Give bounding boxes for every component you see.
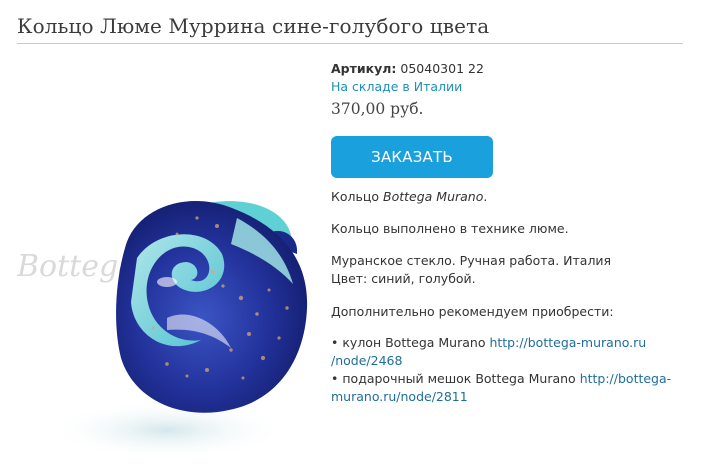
product-image[interactable]: BottegaMurano bbox=[17, 58, 315, 466]
recommend-item-pendant: • кулон Bottega Murano http://bottega-mur… bbox=[331, 334, 646, 352]
recommend-heading: Дополнительно рекомендуем приобрести: bbox=[331, 304, 614, 319]
recommend-text: кулон Bottega Murano bbox=[342, 335, 486, 350]
page-title: Кольцо Люме Муррина сине-голубого цвета bbox=[17, 14, 490, 38]
recommend-item-bag: • подарочный мешок Bottega Murano http://… bbox=[331, 370, 671, 388]
product-price: 370,00 руб. bbox=[331, 100, 424, 118]
description-brand-line: Кольцо Bottega Murano. bbox=[331, 188, 487, 206]
recommend-link[interactable]: http://bottega-murano.ru bbox=[489, 335, 646, 350]
recommend-item-bag-cont: murano.ru/node/2811 bbox=[331, 388, 468, 406]
sku-line: Артикул: 05040301 22 bbox=[331, 60, 484, 78]
title-divider bbox=[17, 43, 683, 44]
recommend-text: подарочный мешок Bottega Murano bbox=[342, 371, 576, 386]
sku-label: Артикул: bbox=[331, 61, 397, 76]
description-technique: Кольцо выполнено в технике люме. bbox=[331, 221, 569, 236]
order-button[interactable]: ЗАКАЗАТЬ bbox=[331, 136, 493, 178]
recommend-link-cont[interactable]: /node/2468 bbox=[331, 353, 402, 368]
description-color: Цвет: синий, голубой. bbox=[331, 271, 476, 286]
description-origin: Муранское стекло. Ручная работа. Италия bbox=[331, 253, 612, 268]
desc-prefix: Кольцо bbox=[331, 189, 384, 204]
recommend-link-cont[interactable]: murano.ru/node/2811 bbox=[331, 389, 468, 404]
desc-suffix: . bbox=[483, 189, 488, 204]
recommend-link[interactable]: http://bottega- bbox=[580, 371, 671, 386]
desc-brand: Bottega Murano bbox=[383, 189, 484, 204]
ring-illustration: BottegaMurano bbox=[17, 201, 308, 460]
sku-value: 05040301 22 bbox=[400, 61, 484, 76]
bullet-icon: • bbox=[331, 371, 339, 386]
bullet-icon: • bbox=[331, 335, 339, 350]
recommend-item-pendant-cont: /node/2468 bbox=[331, 352, 402, 370]
stock-status: На складе в Италии bbox=[331, 79, 463, 94]
